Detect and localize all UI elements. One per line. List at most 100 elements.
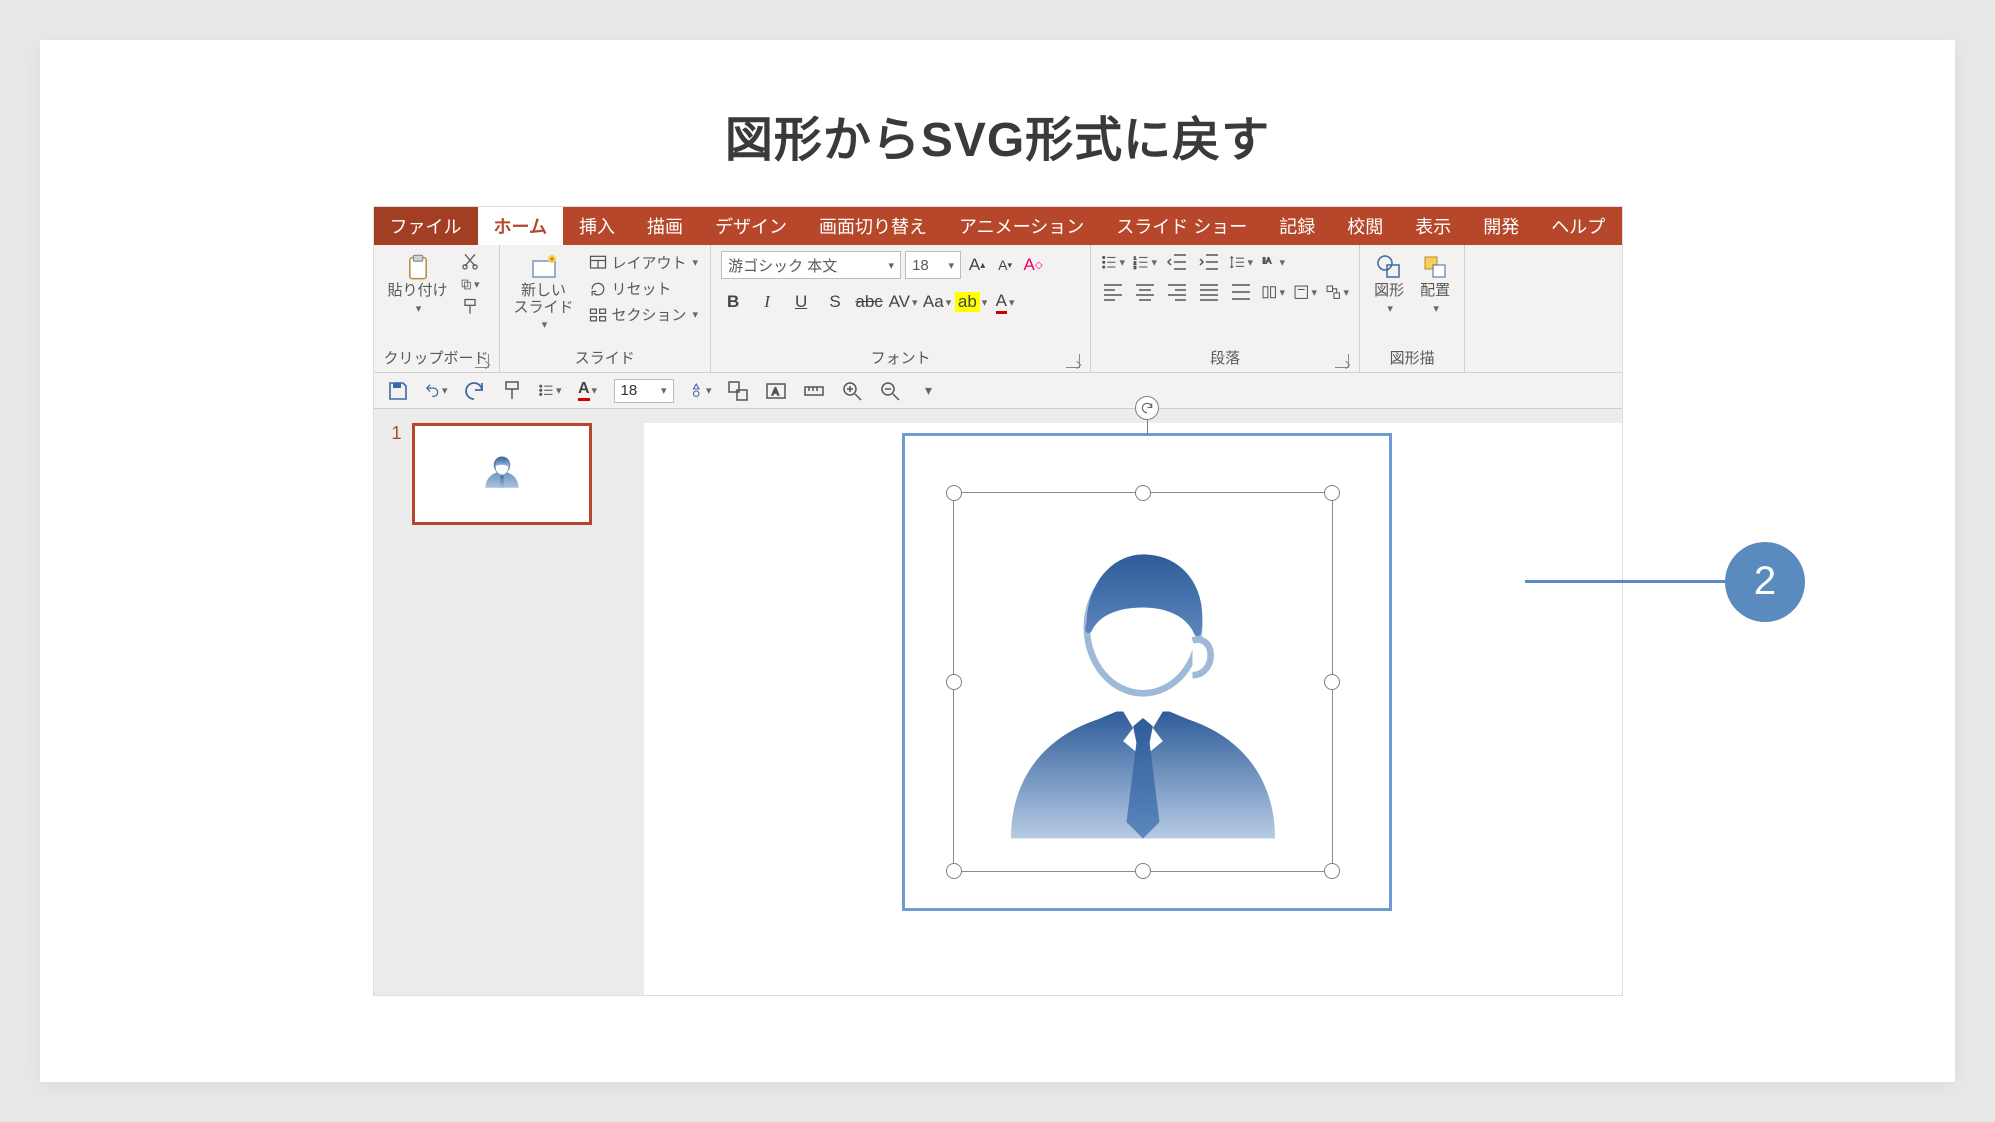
- numbering-icon[interactable]: 123▾: [1133, 251, 1157, 273]
- bullets-icon[interactable]: ▾: [1101, 251, 1125, 273]
- tab-record[interactable]: 記録: [1263, 207, 1331, 245]
- text-direction-icon[interactable]: ‖A▾: [1261, 251, 1285, 273]
- group-icon[interactable]: [726, 379, 750, 403]
- resize-handle[interactable]: [1324, 863, 1340, 879]
- copy-icon[interactable]: ▾: [460, 274, 480, 294]
- resize-handle[interactable]: [1135, 863, 1151, 879]
- paste-button[interactable]: 貼り付け ▾: [384, 251, 452, 317]
- svg-text:1: 1: [1134, 255, 1137, 261]
- font-color-button[interactable]: A▾: [993, 291, 1017, 313]
- group-label-font: フォント: [721, 345, 1080, 370]
- tab-draw[interactable]: 描画: [631, 207, 699, 245]
- char-spacing-button[interactable]: AV▾: [891, 291, 915, 313]
- person-svg-graphic[interactable]: [978, 525, 1308, 855]
- chevron-down-icon: ▾: [949, 259, 955, 272]
- cut-icon[interactable]: [460, 251, 480, 271]
- strike-button[interactable]: abc: [857, 291, 881, 313]
- save-icon[interactable]: [386, 379, 410, 403]
- dialog-launcher-icon[interactable]: [1335, 354, 1349, 368]
- tab-sladdin[interactable]: SLアドイン: [1621, 207, 1622, 245]
- person-icon: [479, 451, 525, 497]
- shadow-button[interactable]: S: [823, 291, 847, 313]
- tab-file[interactable]: ファイル: [374, 207, 478, 245]
- selection-outer[interactable]: [902, 433, 1392, 911]
- tab-review[interactable]: 校閲: [1331, 207, 1399, 245]
- text-box-icon[interactable]: A: [764, 379, 788, 403]
- tab-view[interactable]: 表示: [1399, 207, 1467, 245]
- qat-font-size[interactable]: 18▾: [614, 379, 674, 403]
- group-clipboard: 貼り付け ▾ ▾ クリップボード: [374, 245, 500, 372]
- resize-handle[interactable]: [1324, 485, 1340, 501]
- undo-icon[interactable]: ▾: [424, 379, 448, 403]
- italic-button[interactable]: I: [755, 291, 779, 313]
- svg-text:2: 2: [1134, 260, 1137, 266]
- rotate-handle[interactable]: [1135, 396, 1159, 420]
- tab-slideshow[interactable]: スライド ショー: [1100, 207, 1263, 245]
- bold-button[interactable]: B: [721, 291, 745, 313]
- bullets-icon[interactable]: ▾: [538, 379, 562, 403]
- resize-handle[interactable]: [946, 863, 962, 879]
- resize-handle[interactable]: [946, 485, 962, 501]
- tutorial-slide: 図形からSVG形式に戻す ファイル ホーム 挿入 描画 デザイン 画面切り替え …: [40, 40, 1955, 1082]
- shapes-button[interactable]: 図形 ▾: [1370, 251, 1408, 317]
- align-left-icon[interactable]: [1101, 281, 1125, 303]
- new-slide-button[interactable]: 新しい スライド ▾: [510, 251, 578, 333]
- group-paragraph: ▾ 123▾ ▾ ‖A▾: [1091, 245, 1360, 372]
- slide-edit-area[interactable]: [644, 423, 1622, 996]
- resize-handle[interactable]: [946, 674, 962, 690]
- justify-icon[interactable]: [1197, 281, 1221, 303]
- svg-text:3: 3: [1134, 265, 1137, 270]
- align-text-icon[interactable]: ▾: [1293, 281, 1317, 303]
- redo-icon[interactable]: [462, 379, 486, 403]
- tab-insert[interactable]: 挿入: [563, 207, 631, 245]
- tab-animations[interactable]: アニメーション: [943, 207, 1100, 245]
- grow-font-icon[interactable]: A▴: [965, 254, 989, 276]
- svg-text:A: A: [772, 387, 779, 398]
- layout-button[interactable]: レイアウト▾: [586, 251, 701, 274]
- resize-handle[interactable]: [1135, 485, 1151, 501]
- group-font: 游ゴシック 本文▾ 18▾ A▴ A▾ A◇ B I U: [711, 245, 1091, 372]
- line-spacing-icon[interactable]: ▾: [1229, 251, 1253, 273]
- dialog-launcher-icon[interactable]: [475, 354, 489, 368]
- slide-thumbnail-1[interactable]: [412, 423, 592, 525]
- group-label-clipboard: クリップボード: [384, 345, 489, 370]
- tab-transitions[interactable]: 画面切り替え: [803, 207, 943, 245]
- clear-format-icon[interactable]: A◇: [1021, 254, 1045, 276]
- dialog-launcher-icon[interactable]: [1066, 354, 1080, 368]
- selection-inner[interactable]: [953, 492, 1333, 872]
- font-color-icon[interactable]: A▾: [576, 379, 600, 403]
- chevron-down-icon: ▾: [889, 259, 895, 272]
- arrange-button[interactable]: 配置 ▾: [1416, 251, 1454, 317]
- format-painter-icon[interactable]: [500, 379, 524, 403]
- outdent-icon[interactable]: [1165, 251, 1189, 273]
- shapes-qat-icon[interactable]: ▾: [688, 379, 712, 403]
- font-size-combo[interactable]: 18▾: [905, 251, 961, 279]
- columns-icon[interactable]: ▾: [1261, 281, 1285, 303]
- zoom-out-icon[interactable]: [878, 379, 902, 403]
- tab-design[interactable]: デザイン: [699, 207, 803, 245]
- arrange-icon: [1421, 253, 1449, 281]
- chevron-down-icon: ▾: [1433, 302, 1439, 315]
- qat-more-icon[interactable]: ▾: [916, 379, 940, 403]
- reset-button[interactable]: リセット: [586, 277, 701, 300]
- smartart-icon[interactable]: ▾: [1325, 281, 1349, 303]
- indent-icon[interactable]: [1197, 251, 1221, 273]
- tab-help[interactable]: ヘルプ: [1535, 207, 1621, 245]
- group-slides: 新しい スライド ▾ レイアウト▾ リセット: [500, 245, 712, 372]
- font-name-combo[interactable]: 游ゴシック 本文▾: [721, 251, 901, 279]
- underline-button[interactable]: U: [789, 291, 813, 313]
- distribute-icon[interactable]: [1229, 281, 1253, 303]
- tab-home[interactable]: ホーム: [478, 207, 563, 245]
- change-case-button[interactable]: Aa▾: [925, 291, 949, 313]
- zoom-in-icon[interactable]: [840, 379, 864, 403]
- section-button[interactable]: セクション▾: [586, 303, 701, 326]
- tab-developer[interactable]: 開発: [1467, 207, 1535, 245]
- align-center-icon[interactable]: [1133, 281, 1157, 303]
- align-right-icon[interactable]: [1165, 281, 1189, 303]
- resize-handle[interactable]: [1324, 674, 1340, 690]
- format-painter-icon[interactable]: [460, 297, 480, 317]
- highlight-button[interactable]: ab▾: [959, 291, 983, 313]
- thumbnail-pane[interactable]: 1: [374, 409, 644, 995]
- ruler-icon[interactable]: [802, 379, 826, 403]
- shrink-font-icon[interactable]: A▾: [993, 254, 1017, 276]
